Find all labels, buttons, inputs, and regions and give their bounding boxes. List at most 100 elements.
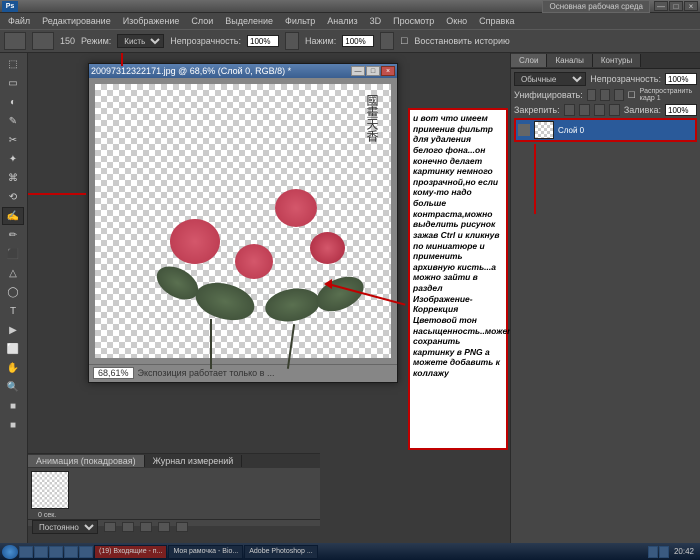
doc-minimize-button[interactable]: — — [351, 66, 365, 76]
close-button[interactable]: × — [684, 1, 698, 11]
tool-7[interactable]: ⟲ — [2, 188, 24, 206]
tab-channels[interactable]: Каналы — [547, 54, 592, 67]
tool-19[interactable]: ■ — [2, 416, 24, 434]
stem-shape — [210, 319, 212, 369]
flower-shape — [235, 244, 273, 279]
layer-opacity-input[interactable] — [665, 73, 697, 85]
last-frame-button[interactable] — [176, 522, 188, 532]
mode-select[interactable]: Кисть — [117, 34, 164, 48]
menu-файл[interactable]: Файл — [2, 14, 36, 28]
restore-history-label: Восстановить историю — [414, 36, 509, 46]
prev-frame-button[interactable] — [122, 522, 134, 532]
tool-13[interactable]: T — [2, 302, 24, 320]
menu-3d[interactable]: 3D — [364, 14, 388, 28]
tool-18[interactable]: ■ — [2, 397, 24, 415]
taskbar-icon[interactable] — [49, 546, 63, 558]
doc-close-button[interactable]: × — [381, 66, 395, 76]
annotation-overlay: и вот что имеем применив фильтр для удал… — [408, 108, 508, 450]
mode-label: Режим: — [81, 36, 111, 46]
tool-17[interactable]: 🔍 — [2, 378, 24, 396]
menu-фильтр[interactable]: Фильтр — [279, 14, 321, 28]
menu-слои[interactable]: Слои — [185, 14, 219, 28]
tab-paths[interactable]: Контуры — [593, 54, 641, 67]
visibility-icon[interactable] — [518, 124, 530, 136]
animation-frame[interactable] — [31, 471, 69, 509]
menu-выделение[interactable]: Выделение — [219, 14, 279, 28]
taskbar-explorer-icon[interactable] — [34, 546, 48, 558]
lock-pixels-icon[interactable] — [579, 104, 590, 116]
next-frame-button[interactable] — [158, 522, 170, 532]
leaf-shape — [263, 284, 323, 325]
menu-окно[interactable]: Окно — [440, 14, 473, 28]
lock-label: Закрепить: — [514, 105, 560, 115]
animation-panel: Анимация (покадровая) Журнал измерений 0… — [28, 453, 320, 526]
flow-input[interactable] — [342, 35, 374, 47]
tool-6[interactable]: ⌘ — [2, 169, 24, 187]
fill-input[interactable] — [665, 104, 697, 116]
zoom-level[interactable]: 68,61% — [93, 367, 134, 379]
clock[interactable]: 20:42 — [670, 547, 698, 556]
start-button[interactable] — [2, 545, 18, 559]
blend-mode-select[interactable]: Обычные — [514, 72, 586, 86]
document-window[interactable]: 20097312322171.jpg @ 68,6% (Слой 0, RGB/… — [88, 63, 398, 383]
tool-16[interactable]: ✋ — [2, 359, 24, 377]
tool-3[interactable]: ✎ — [2, 112, 24, 130]
play-button[interactable] — [140, 522, 152, 532]
airbrush-icon[interactable] — [380, 32, 394, 50]
tab-layers[interactable]: Слои — [511, 54, 547, 67]
pressure-opacity-icon[interactable] — [285, 32, 299, 50]
menu-анализ[interactable]: Анализ — [321, 14, 363, 28]
loop-select[interactable]: Постоянно — [32, 520, 98, 534]
tab-animation[interactable]: Анимация (покадровая) — [28, 455, 145, 467]
tool-11[interactable]: △ — [2, 264, 24, 282]
first-frame-button[interactable] — [104, 522, 116, 532]
opacity-input[interactable] — [247, 35, 279, 47]
document-status: Экспозиция работает только в ... — [138, 368, 275, 378]
maximize-button[interactable]: □ — [669, 1, 683, 11]
tool-preset-icon[interactable] — [4, 32, 26, 50]
taskbar-item[interactable]: (19) Входящие - п... — [94, 545, 167, 559]
tray-icon[interactable] — [648, 546, 658, 558]
tab-measurements[interactable]: Журнал измерений — [145, 455, 243, 467]
workspace-selector[interactable]: Основная рабочая среда — [542, 0, 650, 13]
tool-9[interactable]: ✏ — [2, 226, 24, 244]
lock-transparency-icon[interactable] — [564, 104, 575, 116]
document-canvas[interactable]: 國畫天香 — [95, 84, 391, 358]
layer-name[interactable]: Слой 0 — [558, 126, 584, 135]
menu-справка[interactable]: Справка — [473, 14, 520, 28]
tool-1[interactable]: ▭ — [2, 74, 24, 92]
tool-2[interactable]: ◐ — [2, 93, 24, 111]
menu-редактирование[interactable]: Редактирование — [36, 14, 117, 28]
tool-8[interactable]: ✍ — [2, 207, 24, 225]
layer-opacity-label: Непрозрачность: — [590, 74, 661, 84]
unify-visibility-icon[interactable] — [600, 89, 610, 101]
unify-style-icon[interactable] — [614, 89, 624, 101]
tool-10[interactable]: ⬛ — [2, 245, 24, 263]
menu-просмотр[interactable]: Просмотр — [387, 14, 440, 28]
minimize-button[interactable]: — — [654, 1, 668, 11]
tool-4[interactable]: ✂ — [2, 131, 24, 149]
tool-5[interactable]: ✦ — [2, 150, 24, 168]
taskbar-item[interactable]: Моя рамочка - Bio... — [168, 545, 243, 559]
document-title: 20097312322171.jpg @ 68,6% (Слой 0, RGB/… — [91, 66, 291, 76]
tool-15[interactable]: ⬜ — [2, 340, 24, 358]
taskbar-item[interactable]: Adobe Photoshop ... — [244, 545, 317, 559]
arrow-annotation — [121, 53, 123, 66]
tool-14[interactable]: ▶ — [2, 321, 24, 339]
stem-shape — [287, 324, 295, 369]
taskbar-icon[interactable] — [64, 546, 78, 558]
frame-time[interactable]: 0 сек. — [28, 512, 320, 519]
taskbar-icon[interactable] — [79, 546, 93, 558]
layer-item[interactable]: Слой 0 — [514, 118, 697, 142]
tool-0[interactable]: ⬚ — [2, 55, 24, 73]
tool-12[interactable]: ◯ — [2, 283, 24, 301]
doc-maximize-button[interactable]: □ — [366, 66, 380, 76]
brush-preset-icon[interactable] — [32, 32, 54, 50]
lock-position-icon[interactable] — [594, 104, 605, 116]
layer-thumbnail[interactable] — [534, 121, 554, 139]
lock-all-icon[interactable] — [609, 104, 620, 116]
tray-icon[interactable] — [659, 546, 669, 558]
taskbar-ie-icon[interactable] — [19, 546, 33, 558]
unify-position-icon[interactable] — [587, 89, 597, 101]
menu-изображение[interactable]: Изображение — [117, 14, 186, 28]
